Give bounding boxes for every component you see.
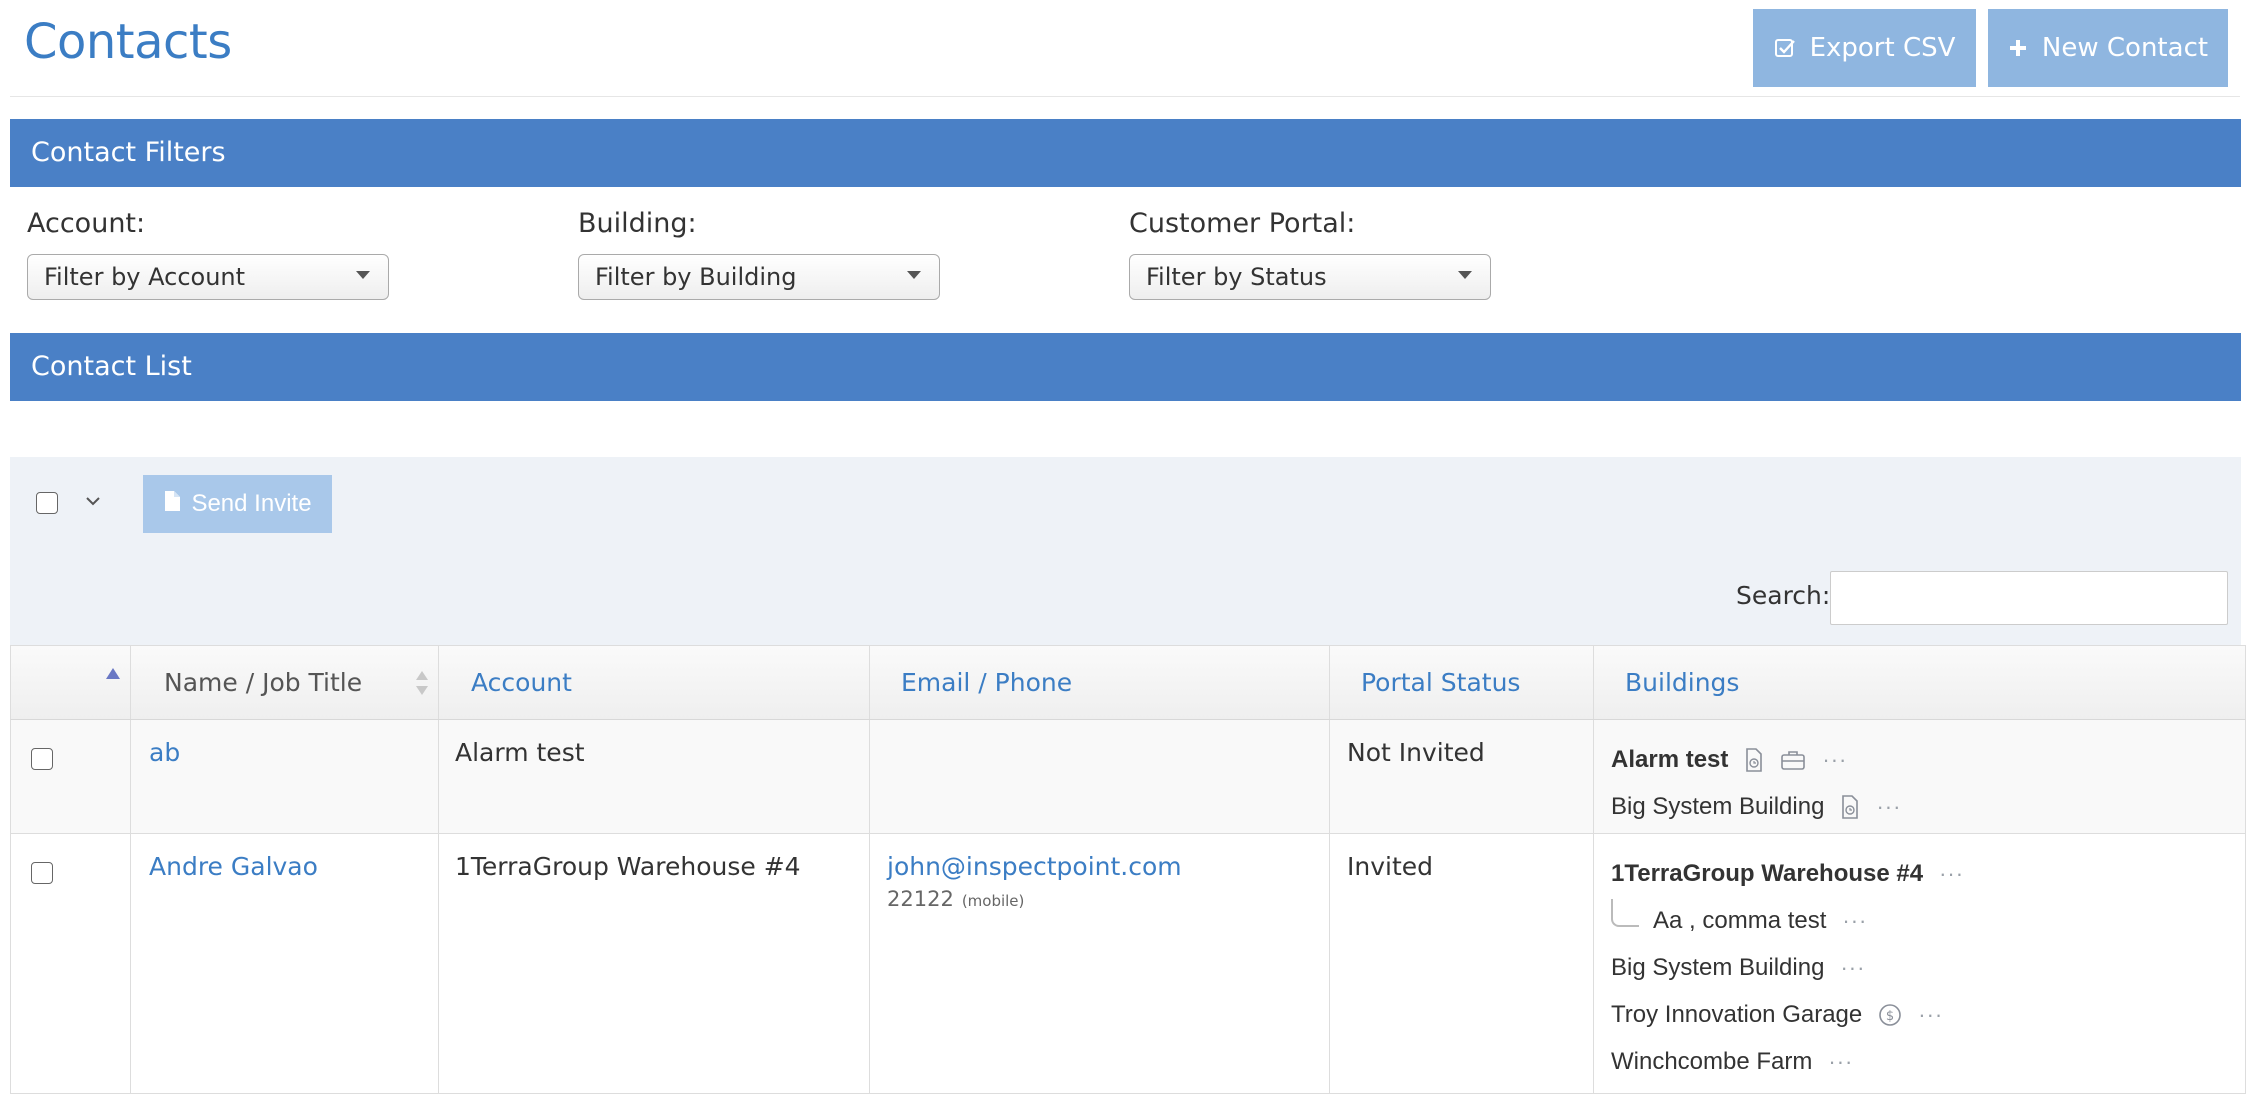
portal-filter-label: Customer Portal: [1129,208,1356,239]
column-header-name[interactable]: Name / Job Title [164,646,362,720]
email-phone-cell: john@inspectpoint.com 22122 (mobile) [887,852,1182,911]
contact-filters-header: Contact Filters [10,119,2241,187]
search-label: Search: [1736,581,1831,610]
column-header-buildings[interactable]: Buildings [1625,646,1739,720]
plus-icon [2008,38,2028,58]
contact-email-link[interactable]: john@inspectpoint.com [887,852,1182,881]
building-filter-select[interactable]: Filter by Building [578,254,940,300]
select-all-checkbox[interactable] [36,492,58,514]
portal-filter-select[interactable]: Filter by Status [1129,254,1491,300]
more-options-icon[interactable]: ··· [1840,955,1865,981]
account-filter: Account: Filter by Account [27,208,389,300]
send-invite-label: Send Invite [191,490,312,517]
more-options-icon[interactable]: ··· [1876,794,1901,820]
dropdown-arrow-icon [356,271,370,279]
building-item: Big System Building ··· [1611,783,1901,830]
row-checkbox[interactable] [31,862,53,884]
page-title: Contacts [24,14,232,70]
building-name: Big System Building [1611,792,1825,820]
building-name: 1TerraGroup Warehouse #4 [1611,859,1924,887]
new-contact-button[interactable]: New Contact [1988,9,2228,87]
building-name: Big System Building [1611,953,1825,981]
dropdown-arrow-icon [907,271,921,279]
more-options-icon[interactable]: ··· [1822,747,1847,773]
search-input[interactable] [1830,571,2228,625]
contacts-table: Name / Job Title Account Email / Phone P… [10,645,2246,1094]
document-clock-icon[interactable] [1744,747,1764,772]
account-filter-select[interactable]: Filter by Account [27,254,389,300]
buildings-list: Alarm test ··· Big System Building ··· [1611,736,1901,830]
column-header-account[interactable]: Account [471,646,572,720]
building-name: Winchcombe Farm [1611,1047,1813,1075]
new-contact-label: New Contact [2041,33,2209,63]
phone-number: 22122 [887,887,954,911]
building-item-child: Aa , comma test ··· [1611,897,1964,944]
building-item: 1TerraGroup Warehouse #4 ··· [1611,850,1964,897]
contact-name-link[interactable]: ab [149,738,180,767]
more-options-icon[interactable]: ··· [1828,1049,1853,1075]
building-filter: Building: Filter by Building [578,208,940,300]
send-invite-button[interactable]: Send Invite [143,475,332,533]
sort-ascending-icon[interactable] [106,668,120,679]
document-clock-icon[interactable] [1840,794,1860,819]
building-filter-value: Filter by Building [595,263,797,291]
column-header-email[interactable]: Email / Phone [901,646,1072,720]
export-csv-button[interactable]: Export CSV [1753,9,1976,87]
svg-text:$: $ [1886,1009,1894,1024]
more-options-icon[interactable]: ··· [1939,861,1964,887]
contact-list-header: Contact List [10,333,2241,401]
building-name: Alarm test [1611,745,1729,773]
portal-filter: Customer Portal: Filter by Status [1129,208,1491,300]
account-filter-value: Filter by Account [44,263,246,291]
more-options-icon[interactable]: ··· [1842,908,1867,934]
building-item: Troy Innovation Garage $ ··· [1611,991,1964,1038]
contact-name-link[interactable]: Andre Galvao [149,852,318,881]
more-options-icon[interactable]: ··· [1918,1002,1943,1028]
building-name: Troy Innovation Garage [1611,1000,1863,1028]
portal-filter-value: Filter by Status [1146,263,1327,291]
contacts-page: Contacts Export CSV New Contact Contact … [0,0,2258,1094]
contact-account: 1TerraGroup Warehouse #4 [455,852,801,881]
table-row: Andre Galvao 1TerraGroup Warehouse #4 jo… [10,834,2246,1094]
dollar-circle-icon[interactable]: $ [1878,1003,1902,1027]
file-icon [163,490,181,519]
dropdown-arrow-icon [1458,271,1472,279]
list-toolbar: Send Invite Search: [10,457,2241,645]
column-header-portal-status[interactable]: Portal Status [1361,646,1520,720]
portal-status: Invited [1347,852,1434,881]
building-name: Aa , comma test [1653,906,1827,934]
building-item: Alarm test ··· [1611,736,1901,783]
table-header: Name / Job Title Account Email / Phone P… [10,646,2246,720]
portal-status: Not Invited [1347,738,1485,767]
buildings-list: 1TerraGroup Warehouse #4 ··· Aa , comma … [1611,850,1964,1085]
building-filter-label: Building: [578,208,697,239]
briefcase-icon[interactable] [1780,749,1806,771]
phone-type: (mobile) [961,892,1025,910]
building-item: Big System Building ··· [1611,944,1964,991]
sort-icon[interactable] [415,670,429,701]
row-checkbox[interactable] [31,748,53,770]
tree-branch-icon [1611,898,1639,927]
header-divider [10,96,2240,97]
table-row: ab Alarm test Not Invited Alarm test ···… [10,720,2246,834]
contact-account: Alarm test [455,738,585,767]
account-filter-label: Account: [27,208,146,239]
contact-phone: 22122 (mobile) [887,887,1182,911]
export-csv-label: Export CSV [1809,33,1956,63]
check-square-icon [1774,37,1796,59]
chevron-down-icon[interactable] [85,494,101,512]
